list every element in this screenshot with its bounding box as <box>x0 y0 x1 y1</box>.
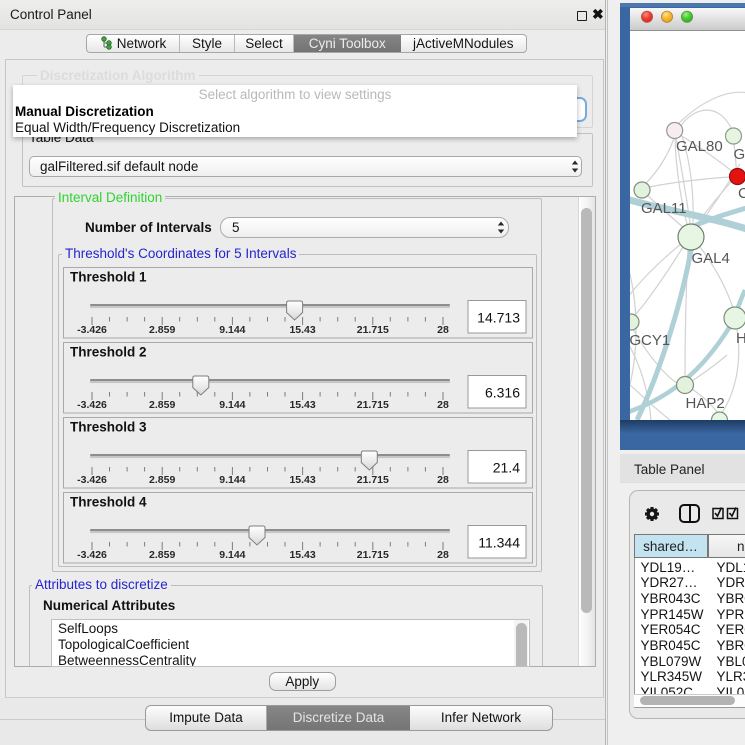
svg-text:GAL11: GAL11 <box>641 200 687 217</box>
svg-text:GCY1: GCY1 <box>630 332 670 349</box>
svg-text:Threshold 4: Threshold 4 <box>70 495 147 510</box>
svg-text:11.344: 11.344 <box>478 535 520 551</box>
svg-text:Threshold 3: Threshold 3 <box>70 420 147 435</box>
svg-text:21.4: 21.4 <box>493 460 520 476</box>
svg-text:C: C <box>738 185 745 202</box>
svg-text:HAP2: HAP2 <box>686 395 725 412</box>
svg-text:Threshold 2: Threshold 2 <box>70 345 147 360</box>
svg-text:14.713: 14.713 <box>477 310 520 326</box>
svg-text:Threshold 1: Threshold 1 <box>70 270 147 285</box>
svg-text:H: H <box>736 330 745 347</box>
svg-text:GAL80: GAL80 <box>676 138 723 155</box>
svg-text:GAL4: GAL4 <box>692 250 730 267</box>
svg-text:6.316: 6.316 <box>485 385 520 401</box>
svg-text:GA: GA <box>734 146 745 163</box>
